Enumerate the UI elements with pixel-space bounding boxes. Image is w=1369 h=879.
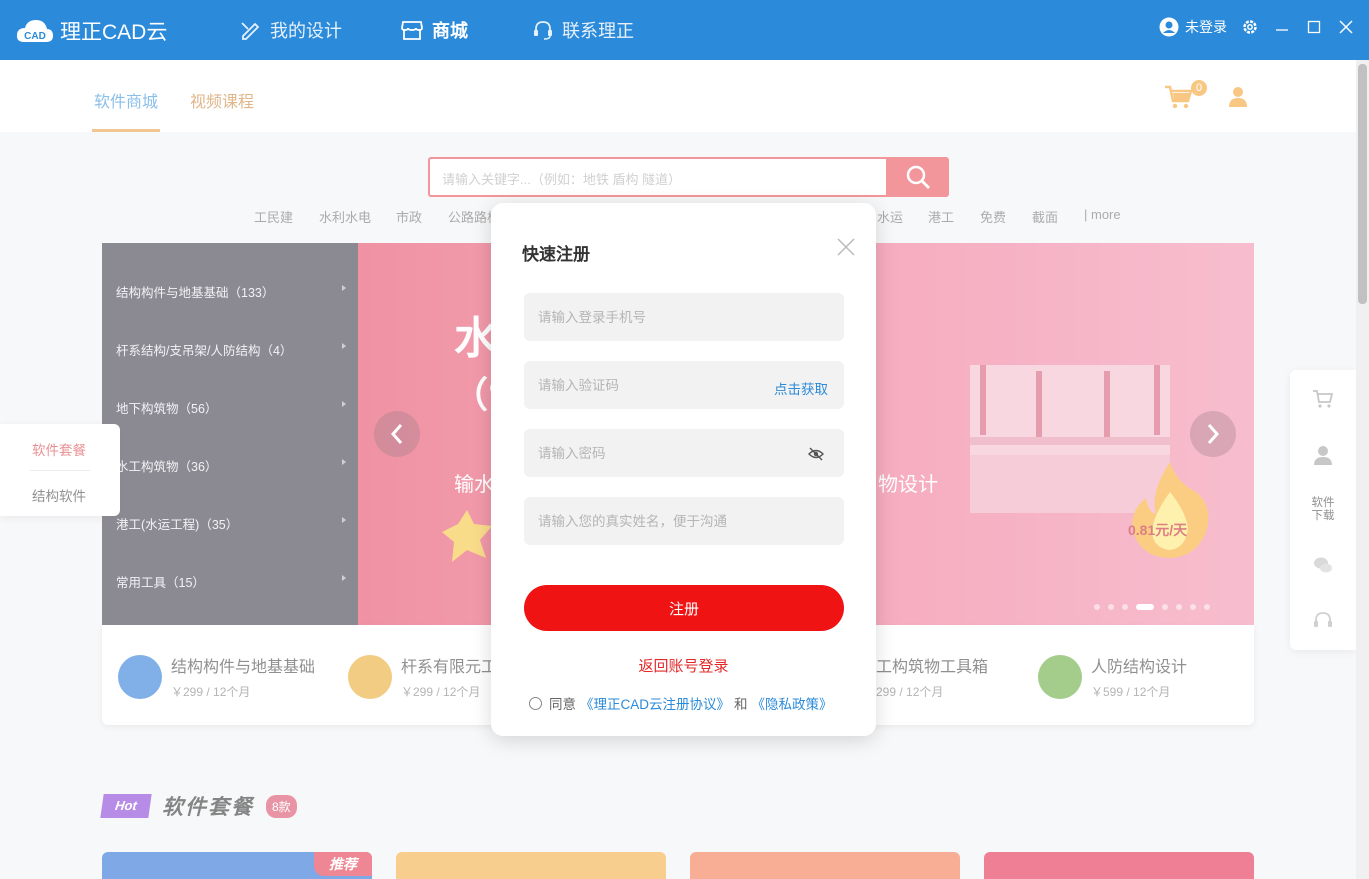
agree-text: 同意	[549, 697, 576, 712]
and-text: 和	[734, 697, 748, 712]
cloud-logo-icon: CAD	[16, 20, 53, 42]
back-to-login-link[interactable]: 返回账号登录	[491, 655, 876, 676]
user-circle-icon	[1159, 17, 1179, 37]
password-input[interactable]	[524, 429, 844, 477]
headset-icon	[534, 21, 552, 40]
agreement-row: 同意 《理正CAD云注册协议》 和 《隐私政策》	[529, 693, 833, 713]
quick-register-modal: 快速注册 点击获取 注册 返回账号登录 同意 《理正CAD云注册协议》 和 《隐…	[491, 203, 876, 736]
get-code-button[interactable]: 点击获取	[774, 378, 828, 398]
pencil-ruler-icon	[241, 22, 260, 40]
maximize-icon	[1307, 20, 1321, 34]
nav-label: 联系理正	[562, 21, 634, 41]
login-status-text: 未登录	[1185, 19, 1227, 35]
logo-text: CAD	[24, 31, 46, 42]
minimize-button[interactable]	[1273, 18, 1291, 36]
privacy-link[interactable]: 《隐私政策》	[752, 693, 833, 713]
register-button[interactable]: 注册	[524, 585, 844, 631]
nav-store[interactable]: 商城	[400, 16, 468, 44]
vertical-scrollbar[interactable]	[1356, 60, 1369, 879]
nav-contact[interactable]: 联系理正	[532, 16, 634, 44]
phone-input[interactable]	[524, 293, 844, 341]
settings-button[interactable]	[1241, 18, 1259, 36]
title-bar: CAD 理正CAD云 我的设计 商城 联系理正 未登录	[0, 0, 1369, 60]
agree-radio[interactable]	[529, 696, 542, 710]
modal-title: 快速注册	[522, 245, 590, 264]
close-window-button[interactable]	[1337, 18, 1355, 36]
scrollbar-thumb[interactable]	[1358, 64, 1367, 304]
login-status[interactable]: 未登录	[1159, 17, 1227, 37]
nav-my-design[interactable]: 我的设计	[240, 16, 342, 44]
maximize-button[interactable]	[1305, 18, 1323, 36]
nav-label: 我的设计	[270, 21, 342, 41]
store-icon	[401, 21, 423, 40]
minimize-icon	[1276, 29, 1288, 31]
close-icon[interactable]	[837, 238, 855, 256]
agreement-link[interactable]: 《理正CAD云注册协议》	[580, 693, 730, 713]
nav-label: 商城	[432, 21, 468, 41]
gear-icon	[1243, 20, 1257, 34]
titlebar-controls: 未登录	[1159, 17, 1355, 37]
app-logo[interactable]: CAD 理正CAD云	[16, 16, 167, 46]
eye-off-icon[interactable]	[808, 447, 824, 461]
app-title: 理正CAD云	[60, 21, 168, 44]
close-icon	[1339, 20, 1353, 34]
real-name-input[interactable]	[524, 497, 844, 545]
